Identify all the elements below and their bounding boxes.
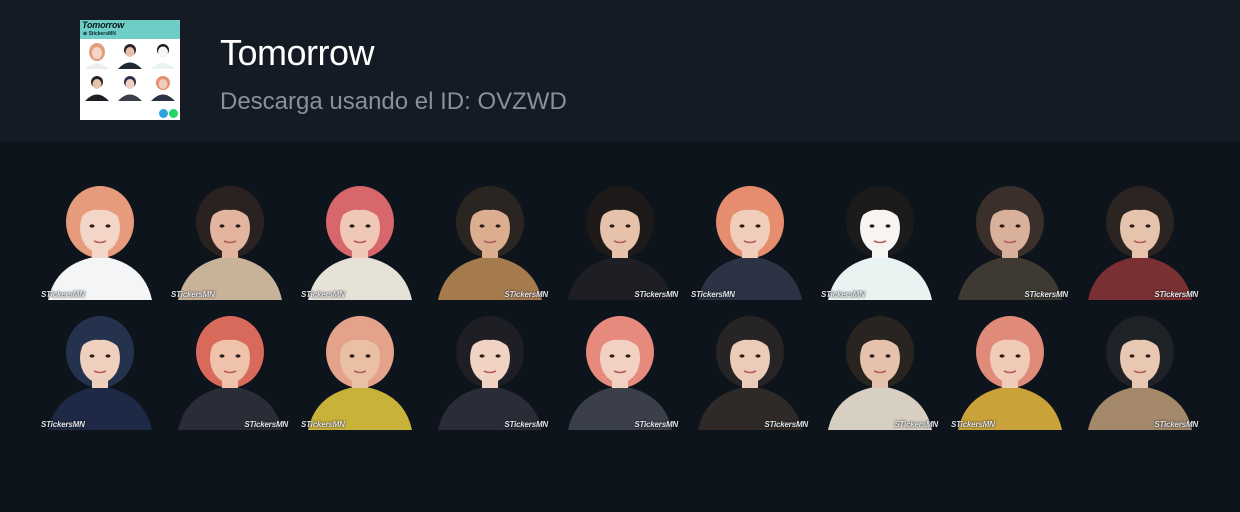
sticker-image [308, 316, 412, 430]
sticker-4[interactable]: STickersMN [430, 180, 550, 300]
sticker-image [1088, 316, 1192, 430]
sticker-5[interactable]: STickersMN [560, 180, 680, 300]
sticker-watermark: STickersMN [1024, 290, 1068, 299]
sticker-watermark: STickersMN [41, 290, 85, 299]
thumbnail-cell [115, 72, 145, 101]
sticker-6[interactable]: STickersMN [690, 180, 810, 300]
sticker-watermark: STickersMN [764, 420, 808, 429]
sticker-image [828, 316, 932, 430]
sticker-image [178, 186, 282, 300]
sticker-9[interactable]: STickersMN [1080, 180, 1200, 300]
sticker-image [568, 186, 672, 300]
sticker-8[interactable]: STickersMN [950, 180, 1070, 300]
sticker-16[interactable]: STickersMN [820, 310, 940, 430]
sticker-13[interactable]: STickersMN [430, 310, 550, 430]
sticker-7[interactable]: STickersMN [820, 180, 940, 300]
sticker-watermark: STickersMN [171, 290, 215, 299]
sticker-1[interactable]: STickersMN [40, 180, 160, 300]
thumbnail-subtitle: ⊗ StickersMN [83, 31, 116, 37]
thumbnail-cell [148, 40, 178, 69]
whatsapp-icon [169, 109, 178, 118]
sticker-18[interactable]: STickersMN [1080, 310, 1200, 430]
sticker-image [568, 316, 672, 430]
telegram-icon [159, 109, 168, 118]
sticker-17[interactable]: STickersMN [950, 310, 1070, 430]
sticker-watermark: STickersMN [504, 420, 548, 429]
sticker-15[interactable]: STickersMN [690, 310, 810, 430]
sticker-image [958, 316, 1062, 430]
sticker-watermark: STickersMN [504, 290, 548, 299]
sticker-watermark: STickersMN [634, 420, 678, 429]
pack-title: Tomorrow [220, 32, 375, 73]
sticker-image [48, 316, 152, 430]
pack-header: Tomorrow ⊗ StickersMN Tomorrow Descarga … [0, 0, 1240, 141]
sticker-watermark: STickersMN [951, 420, 995, 429]
sticker-10[interactable]: STickersMN [40, 310, 160, 430]
sticker-image [1088, 186, 1192, 300]
sticker-image [438, 316, 542, 430]
sticker-watermark: STickersMN [894, 420, 938, 429]
sticker-image [48, 186, 152, 300]
sticker-2[interactable]: STickersMN [170, 180, 290, 300]
sticker-watermark: STickersMN [634, 290, 678, 299]
sticker-3[interactable]: STickersMN [300, 180, 420, 300]
pack-thumbnail[interactable]: Tomorrow ⊗ StickersMN [80, 20, 180, 120]
thumbnail-cell [115, 40, 145, 69]
pack-download-id: Descarga usando el ID: OVZWD [220, 88, 567, 115]
sticker-image [308, 186, 412, 300]
thumbnail-cell [148, 72, 178, 101]
sticker-image [698, 186, 802, 300]
sticker-image [698, 316, 802, 430]
sticker-watermark: STickersMN [244, 420, 288, 429]
thumbnail-cell [82, 72, 112, 101]
sticker-image [178, 316, 282, 430]
sticker-watermark: STickersMN [41, 420, 85, 429]
sticker-14[interactable]: STickersMN [560, 310, 680, 430]
sticker-watermark: STickersMN [1154, 420, 1198, 429]
sticker-watermark: STickersMN [1154, 290, 1198, 299]
thumbnail-title: Tomorrow [82, 20, 125, 30]
sticker-watermark: STickersMN [301, 290, 345, 299]
sticker-image [828, 186, 932, 300]
sticker-image [958, 186, 1062, 300]
thumbnail-cell [82, 40, 112, 69]
sticker-watermark: STickersMN [691, 290, 735, 299]
sticker-image [438, 186, 542, 300]
sticker-watermark: STickersMN [821, 290, 865, 299]
sticker-watermark: STickersMN [301, 420, 345, 429]
sticker-12[interactable]: STickersMN [300, 310, 420, 430]
sticker-11[interactable]: STickersMN [170, 310, 290, 430]
